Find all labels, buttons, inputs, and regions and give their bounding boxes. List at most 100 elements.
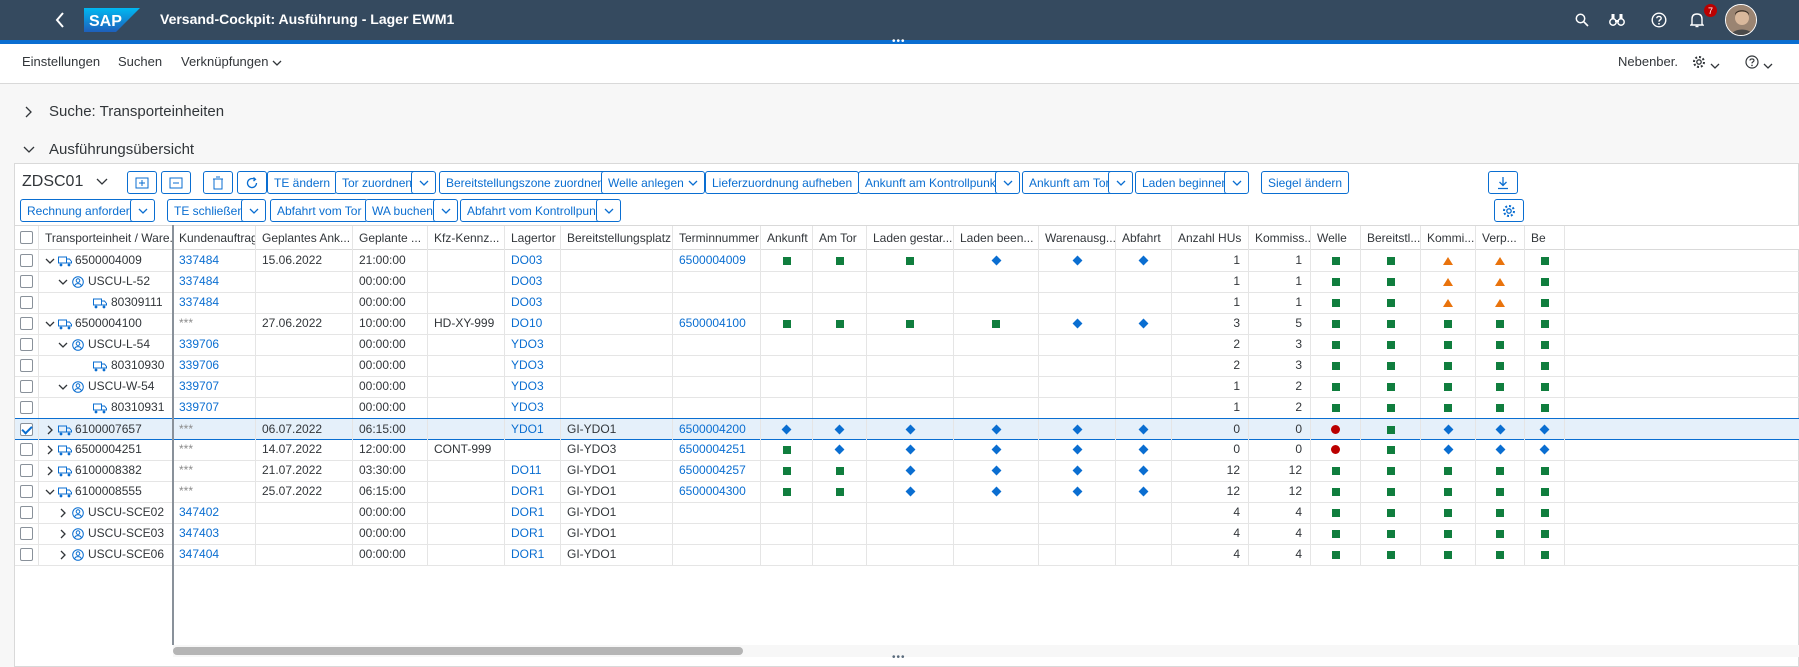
row-checkbox[interactable]	[20, 527, 33, 540]
col-laden-gestartet-header[interactable]: Laden gestar...	[867, 226, 954, 250]
appointment-number-cell[interactable]: 6500004100	[673, 313, 761, 334]
transport-unit-cell[interactable]: 6100008382	[39, 460, 173, 481]
menu-suchen[interactable]: Suchen	[118, 54, 162, 69]
table-row[interactable]: USCU-L-52 337484 00:00:00 DO03 1 1	[15, 271, 1799, 293]
table-row[interactable]: USCU-SCE03 347403 00:00:00 DOR1 GI-YDO1 4 4	[15, 523, 1799, 545]
transport-unit-cell[interactable]: 6100008555	[39, 481, 173, 502]
customer-order-cell[interactable]: 339706	[173, 334, 256, 355]
col-terminnummer-header[interactable]: Terminnummer	[673, 226, 761, 250]
appointment-number-cell[interactable]: 6500004009	[673, 250, 761, 271]
col-kommissioniert-header[interactable]: Kommiss...	[1249, 226, 1311, 250]
transport-unit-cell[interactable]: USCU-SCE02	[39, 502, 173, 523]
table-row[interactable]: 80310931 339707 00:00:00 YDO3 1 2	[15, 397, 1799, 419]
door-cell[interactable]: YDO1	[505, 419, 561, 440]
collapse-chevron-icon[interactable]	[58, 277, 68, 287]
variant-selector[interactable]: ZDSC01	[22, 173, 108, 191]
menu-einstellungen[interactable]: Einstellungen	[22, 54, 100, 69]
row-checkbox[interactable]	[20, 359, 33, 372]
te-aendern-button[interactable]: TE ändern	[267, 171, 338, 194]
row-checkbox[interactable]	[20, 548, 33, 561]
appointment-number-cell[interactable]: 6500004251	[673, 439, 761, 460]
expand-chevron-icon[interactable]	[58, 529, 68, 539]
expand-chevron-icon[interactable]	[58, 508, 68, 518]
col-welle-header[interactable]: Welle	[1311, 226, 1361, 250]
wa-buchen-button[interactable]: WA buchen	[365, 199, 440, 222]
te-schliessen-dropdown[interactable]	[241, 199, 266, 222]
search-button[interactable]	[1571, 10, 1593, 30]
collapse-chevron-icon[interactable]	[58, 382, 68, 392]
door-cell[interactable]	[505, 439, 561, 460]
transport-unit-cell[interactable]: 80309111	[39, 292, 173, 313]
table-row[interactable]: USCU-SCE02 347402 00:00:00 DOR1 GI-YDO1 4 4	[15, 502, 1799, 524]
table-settings-button[interactable]	[1494, 199, 1524, 222]
collapse-chevron-icon[interactable]	[45, 319, 55, 329]
row-checkbox[interactable]	[20, 423, 33, 436]
bereitstellungszone-zuordnen-button[interactable]: Bereitstellungszone zuordnen	[439, 171, 612, 194]
transport-unit-cell[interactable]: 6500004009	[39, 250, 173, 271]
row-checkbox[interactable]	[20, 506, 33, 519]
door-cell[interactable]: DO11	[505, 460, 561, 481]
appointment-number-cell[interactable]: 6500004200	[673, 419, 761, 440]
appointment-number-cell[interactable]	[673, 271, 761, 292]
customer-order-cell[interactable]: 339706	[173, 355, 256, 376]
table-row[interactable]: 80309111 337484 00:00:00 DO03 1 1	[15, 292, 1799, 314]
appointment-number-cell[interactable]	[673, 376, 761, 397]
col-transporteinheit-header[interactable]: Transporteinheit / Ware...	[39, 226, 173, 250]
col-verpackung-header[interactable]: Verp...	[1476, 226, 1525, 250]
transport-unit-cell[interactable]: USCU-W-54	[39, 376, 173, 397]
appointment-number-cell[interactable]	[673, 292, 761, 313]
footer-resize-handle[interactable]: •••	[892, 653, 906, 663]
table-row[interactable]: 6100007657 *** 06.07.2022 06:15:00 YDO1 GI-YD…	[15, 418, 1799, 440]
help-menu-button[interactable]	[1745, 55, 1773, 72]
appointment-number-cell[interactable]	[673, 502, 761, 523]
col-warenausgang-header[interactable]: Warenausg...	[1039, 226, 1116, 250]
collapse-chevron-icon[interactable]	[58, 340, 68, 350]
customer-order-cell[interactable]: 347403	[173, 523, 256, 544]
table-row[interactable]: 6500004251 *** 14.07.2022 12:00:00 CONT-999 G…	[15, 439, 1799, 461]
collapse-chevron-icon[interactable]	[45, 256, 55, 266]
door-cell[interactable]: DOR1	[505, 481, 561, 502]
row-checkbox[interactable]	[20, 275, 33, 288]
customer-order-cell[interactable]: 337484	[173, 292, 256, 313]
menu-verknuepfungen[interactable]: Verknüpfungen	[181, 54, 282, 69]
table-row[interactable]: 6500004009 337484 15.06.2022 21:00:00 DO03 65…	[15, 250, 1799, 272]
col-geplantes-ankunft-header[interactable]: Geplantes Ank...	[256, 226, 353, 250]
transport-unit-cell[interactable]: 6500004100	[39, 313, 173, 334]
transport-unit-cell[interactable]: 6500004251	[39, 439, 173, 460]
wa-buchen-dropdown[interactable]	[433, 199, 458, 222]
door-cell[interactable]: DO03	[505, 292, 561, 313]
table-row[interactable]: USCU-SCE06 347404 00:00:00 DOR1 GI-YDO1 4 4	[15, 544, 1799, 566]
expand-chevron-icon[interactable]	[45, 425, 55, 435]
binoculars-button[interactable]	[1606, 10, 1628, 30]
door-cell[interactable]: DO03	[505, 250, 561, 271]
transport-unit-cell[interactable]: 80310930	[39, 355, 173, 376]
sap-logo[interactable]: SAP	[84, 8, 140, 32]
col-laden-beendet-header[interactable]: Laden been...	[954, 226, 1039, 250]
lieferzuordnung-aufheben-button[interactable]: Lieferzuordnung aufheben	[705, 171, 860, 194]
abfahrt-vom-tor-button[interactable]: Abfahrt vom Tor	[270, 199, 369, 222]
appointment-number-cell[interactable]	[673, 523, 761, 544]
table-row[interactable]: 6100008382 *** 21.07.2022 03:30:00 DO11 GI-YD…	[15, 460, 1799, 482]
row-checkbox[interactable]	[20, 485, 33, 498]
row-checkbox[interactable]	[20, 254, 33, 267]
door-cell[interactable]: DOR1	[505, 502, 561, 523]
door-cell[interactable]: DOR1	[505, 544, 561, 565]
customer-order-cell[interactable]: 339707	[173, 376, 256, 397]
ankunft-am-tor-dropdown[interactable]	[1108, 171, 1133, 194]
table-row[interactable]: 6500004100 *** 27.06.2022 10:00:00 HD-XY-999…	[15, 313, 1799, 335]
col-abfahrt-header[interactable]: Abfahrt	[1116, 226, 1172, 250]
col-bereitstellung-header[interactable]: Bereitstl...	[1361, 226, 1421, 250]
appointment-number-cell[interactable]	[673, 355, 761, 376]
horizontal-scrollbar-thumb[interactable]	[173, 647, 743, 655]
col-kfz-kennzeichen-header[interactable]: Kfz-Kennz...	[428, 226, 505, 250]
door-cell[interactable]: DO10	[505, 313, 561, 334]
help-button[interactable]	[1648, 10, 1670, 30]
col-anzahl-hus-header[interactable]: Anzahl HUs	[1172, 226, 1249, 250]
row-checkbox[interactable]	[20, 317, 33, 330]
appointment-number-cell[interactable]: 6500004257	[673, 460, 761, 481]
back-button[interactable]	[50, 9, 70, 31]
select-all-checkbox[interactable]	[20, 231, 33, 244]
delete-button[interactable]	[203, 171, 233, 194]
tor-zuordnen-dropdown[interactable]	[411, 171, 436, 194]
siegel-aendern-button[interactable]: Siegel ändern	[1261, 171, 1350, 194]
